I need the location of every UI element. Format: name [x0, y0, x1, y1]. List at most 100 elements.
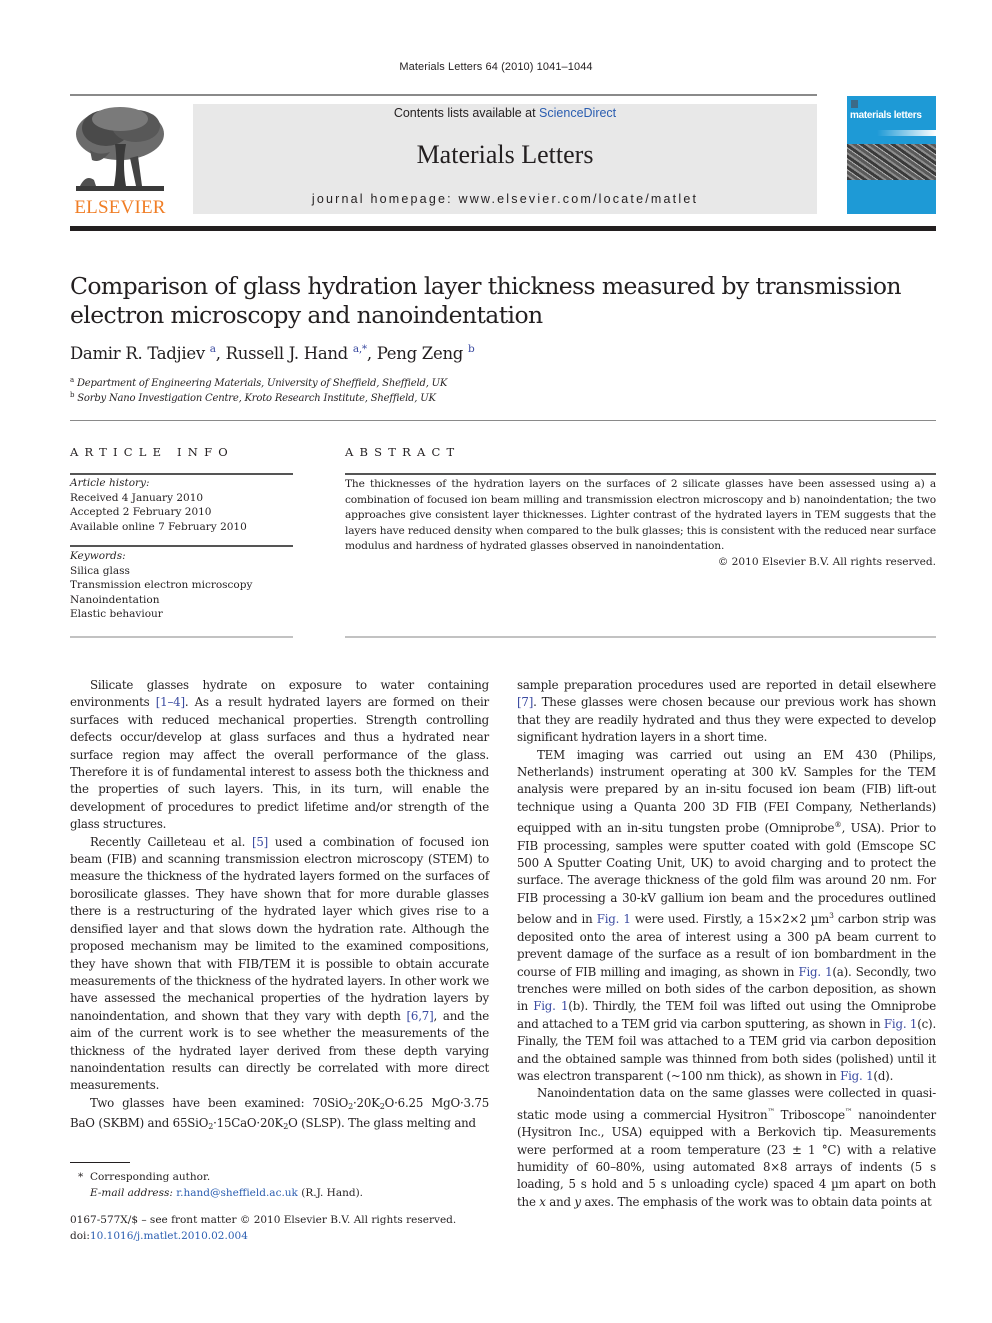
article-history-label: Article history:	[70, 477, 150, 489]
citation-link[interactable]: [1–4]	[156, 695, 185, 709]
article-title: Comparison of glass hydration layer thic…	[70, 272, 902, 329]
text-run: . These glasses were chosen because our …	[517, 695, 936, 745]
text-run: . As a result hydrated layers are formed…	[70, 695, 489, 832]
text-run: . The glass melting and	[341, 1116, 476, 1131]
text-run: (b). Thirdly, the TEM foil was lifted ou…	[517, 999, 936, 1031]
figure-link[interactable]: Fig. 1	[597, 912, 631, 926]
running-citation: Materials Letters 64 (2010) 1041–1044	[399, 61, 593, 73]
elsevier-tree-icon	[70, 104, 170, 196]
doi-link[interactable]: 10.1016/j.matlet.2010.02.004	[90, 1230, 248, 1242]
email-link[interactable]: r.hand@sheffield.ac.uk	[176, 1187, 298, 1199]
journal-homepage: journal homepage: www.elsevier.com/locat…	[193, 192, 817, 206]
author-list: Damir R. Tadjiev a, Russell J. Hand a,*,…	[70, 343, 475, 363]
text-run: , USA). Prior to FIB processing, samples…	[517, 821, 936, 927]
text-run: were used. Firstly, a 15×2×2 µm	[630, 912, 830, 927]
article-info-divider	[70, 545, 293, 547]
article-info-bottom-divider	[70, 636, 293, 638]
journal-cover-thumbnail[interactable]: materials letters	[847, 96, 936, 214]
footnote-star: *	[78, 1171, 84, 1183]
body-column-right: sample preparation procedures used are r…	[517, 677, 936, 1211]
elsevier-wordmark: ELSEVIER	[74, 197, 166, 218]
citation-link[interactable]: [7]	[517, 695, 533, 709]
corresponding-author-label: Corresponding author.	[89, 1171, 211, 1183]
formula-part: 70SiO	[312, 1095, 349, 1110]
elsevier-logo[interactable]: ELSEVIER	[70, 104, 170, 218]
figure-link[interactable]: Fig. 1	[533, 999, 568, 1013]
email-suffix: (R.J. Hand).	[297, 1186, 364, 1199]
body-paragraph: Recently Cailleteau et al. [5] used a co…	[70, 834, 489, 1095]
figure-link[interactable]: Fig. 1	[798, 965, 832, 979]
affiliation-a: a Department of Engineering Materials, Un…	[70, 376, 447, 389]
trademark-mark: ™	[767, 1106, 775, 1116]
keyword-item[interactable]: Elastic behaviour	[70, 607, 293, 622]
footnote-divider	[70, 1162, 130, 1163]
author-affiliation-marker[interactable]: a,*	[353, 343, 367, 355]
text-run: axes. The emphasis of the work was to ob…	[580, 1194, 932, 1209]
sciencedirect-link[interactable]: ScienceDirect	[539, 106, 616, 120]
text-run: and	[143, 1116, 173, 1131]
body-paragraph: Nanoindentation data on the same glasses…	[517, 1085, 936, 1211]
author-affiliation-marker[interactable]: a	[210, 343, 216, 355]
abstract-copyright: © 2010 Elsevier B.V. All rights reserved…	[717, 556, 936, 568]
affiliation-text: Sorby Nano Investigation Centre, Kroto R…	[77, 393, 436, 404]
abstract-text: The thicknesses of the hydration layers …	[345, 478, 936, 553]
author-name[interactable]: Damir R. Tadjiev	[70, 344, 205, 363]
abstract-bottom-divider	[345, 636, 936, 638]
keyword-item[interactable]: Silica glass	[70, 564, 293, 579]
cover-micrograph-image	[847, 144, 936, 180]
article-info-heading: ARTICLE INFO	[70, 445, 234, 459]
body-paragraph: Two glasses have been examined: 70SiO2·2…	[70, 1095, 489, 1136]
abstract-heading: ABSTRACT	[345, 445, 461, 459]
affiliation-b: b Sorby Nano Investigation Centre, Kroto …	[70, 391, 436, 404]
citation-link[interactable]: [6,7]	[407, 1009, 434, 1023]
cover-title: materials letters	[850, 110, 922, 121]
author-name[interactable]: Peng Zeng	[377, 344, 464, 363]
title-divider	[70, 420, 936, 421]
cover-stripe	[877, 130, 936, 136]
affiliation-key: a	[70, 376, 74, 384]
journal-banner: Contents lists available at ScienceDirec…	[193, 104, 817, 214]
abstract-divider	[345, 473, 936, 475]
keyword-item[interactable]: Nanoindentation	[70, 593, 293, 608]
doi-label: doi:	[70, 1229, 90, 1242]
contents-line: Contents lists available at ScienceDirec…	[193, 106, 817, 120]
figure-link[interactable]: Fig. 1	[840, 1069, 874, 1083]
body-paragraph: Silicate glasses hydrate on exposure to …	[70, 677, 489, 834]
journal-title: Materials Letters	[416, 140, 594, 169]
homepage-url[interactable]: www.elsevier.com/locate/matlet	[458, 192, 698, 206]
registered-mark: ®	[834, 820, 842, 830]
keywords: Keywords: Silica glass Transmission elec…	[70, 549, 293, 622]
body-paragraph: sample preparation procedures used are r…	[517, 677, 936, 747]
text-run: used a combination of focused ion beam (…	[70, 834, 489, 1023]
affiliation-text: Department of Engineering Materials, Uni…	[76, 378, 448, 389]
body-column-left: Silicate glasses hydrate on exposure to …	[70, 677, 489, 1136]
author-name[interactable]: Russell J. Hand	[226, 344, 349, 363]
keywords-label: Keywords:	[70, 550, 126, 562]
header-divider	[70, 94, 817, 96]
corresponding-author-footnote: * Corresponding author. E-mail address: …	[78, 1170, 363, 1201]
keyword-item[interactable]: Transmission electron microscopy	[70, 578, 293, 593]
article-history: Article history: Received 4 January 2010…	[70, 476, 293, 534]
homepage-label: journal homepage:	[311, 192, 459, 206]
text-run: Recently Cailleteau et al.	[90, 834, 252, 849]
text-run: sample preparation procedures used are r…	[517, 678, 936, 692]
formula-part: O (SLSP)	[288, 1116, 342, 1131]
author-affiliation-marker[interactable]: b	[468, 343, 475, 355]
history-received: Received 4 January 2010	[70, 491, 204, 504]
contents-prefix: Contents lists available at	[393, 106, 540, 120]
text-run: (d).	[873, 1068, 894, 1083]
formula-part: ·20K	[352, 1095, 380, 1110]
history-accepted: Accepted 2 February 2010	[70, 506, 212, 518]
text-run: Triboscope	[774, 1107, 845, 1122]
glass-composition-slsp: 65SiO2·15CaO·20K2O (SLSP)	[173, 1116, 342, 1131]
header-thick-divider	[70, 226, 936, 231]
elsevier-emblem-icon	[851, 100, 858, 108]
figure-link[interactable]: Fig. 1	[884, 1017, 918, 1031]
text-run: Two glasses have been examined:	[90, 1095, 313, 1110]
text-run: and	[545, 1194, 575, 1209]
issn-block: 0167-577X/$ – see front matter © 2010 El…	[70, 1213, 456, 1244]
citation-link[interactable]: [5]	[252, 835, 268, 849]
issn-line: 0167-577X/$ – see front matter © 2010 El…	[70, 1214, 457, 1226]
formula-part: ·15CaO·20K	[213, 1116, 284, 1131]
email-label: E-mail address:	[90, 1186, 173, 1199]
